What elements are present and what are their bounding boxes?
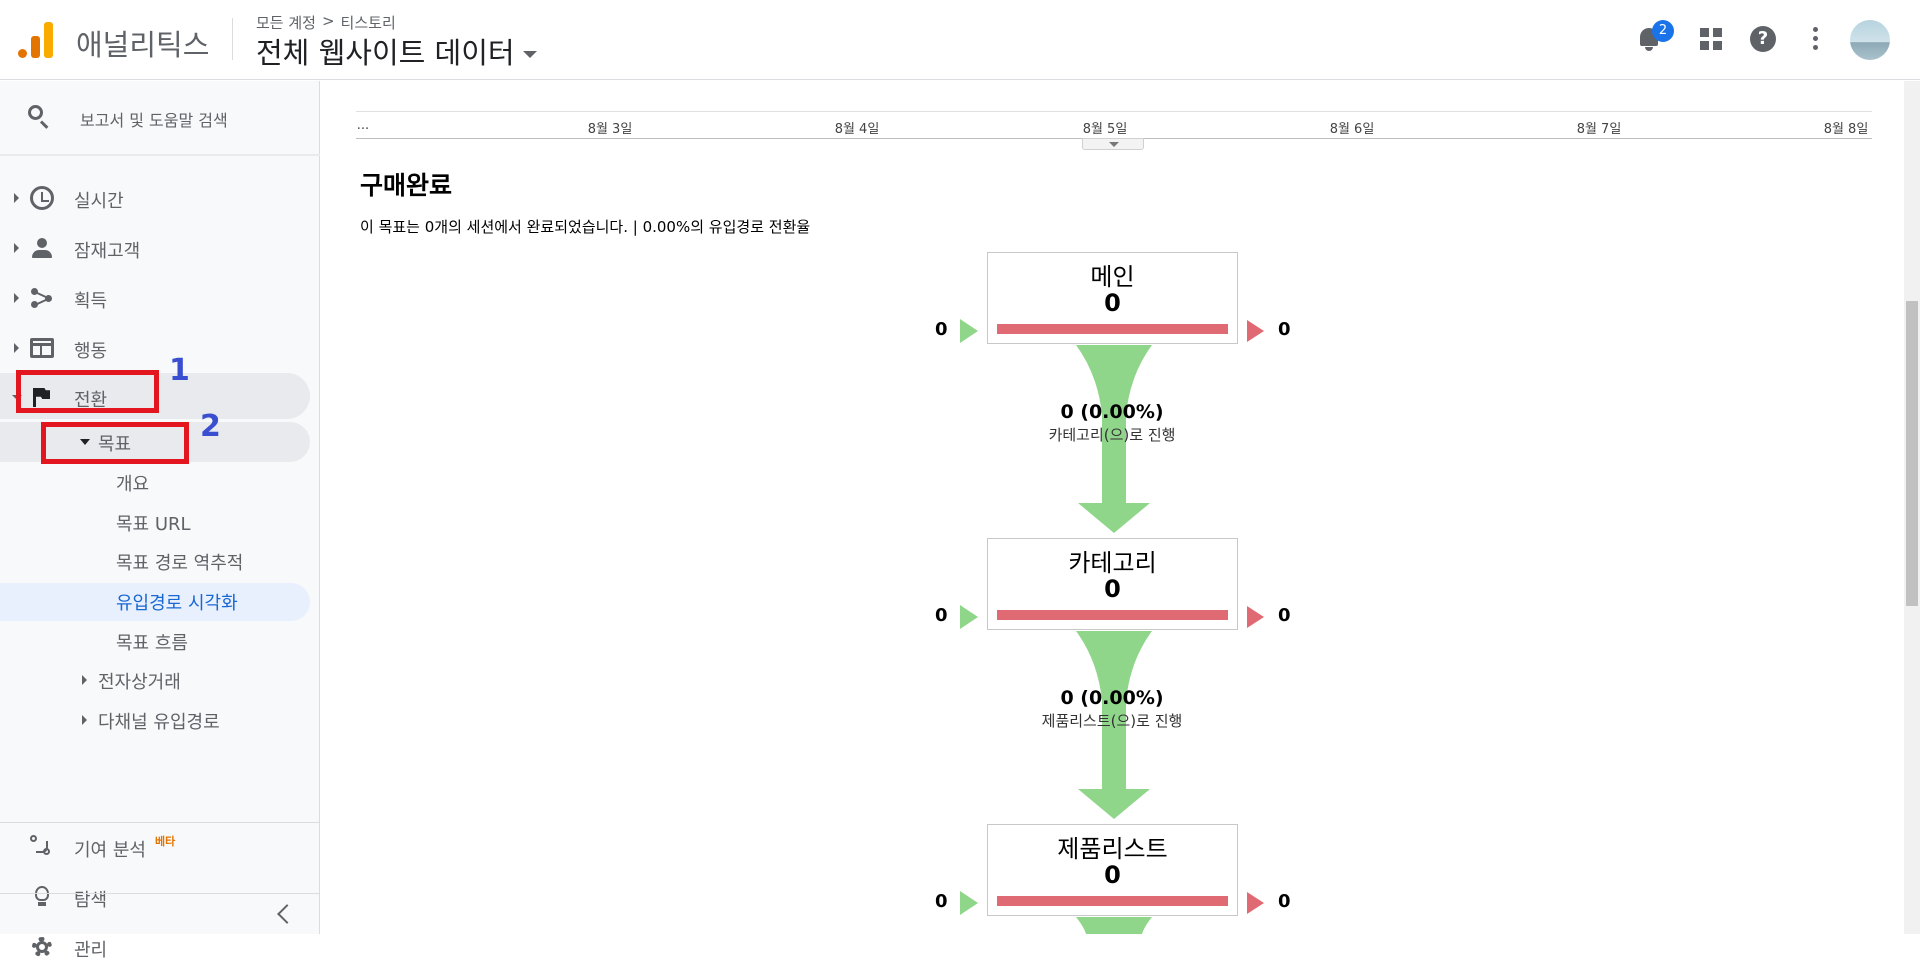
step-exits[interactable]: 0 <box>1278 605 1291 626</box>
header-divider <box>232 18 233 60</box>
expand-arrow-icon <box>14 343 19 353</box>
sidebar-item-label: 기여 분석 <box>74 840 146 861</box>
sidebar-item-label: 잠재고객 <box>74 241 141 262</box>
entrance-arrow-icon <box>960 605 978 629</box>
sidebar-item-goal-flow[interactable]: 목표 흐름 <box>116 629 188 655</box>
sidebar-item-discover[interactable]: 탐색 <box>0 875 310 919</box>
sidebar-item-multichannel[interactable]: 다채널 유입경로 <box>98 708 220 734</box>
timeline-tick: 8월 6일 <box>1329 122 1375 137</box>
exit-arrow-icon <box>1247 606 1264 628</box>
timeline-tick: ... <box>356 118 370 133</box>
step-entrances[interactable]: 0 <box>935 319 948 340</box>
acquisition-icon <box>30 286 54 310</box>
step-bar <box>997 324 1228 334</box>
divider <box>0 893 320 894</box>
beta-badge: 베타 <box>155 835 176 848</box>
step-value: 0 <box>1104 575 1121 603</box>
expand-arrow-icon <box>82 715 87 725</box>
report-search[interactable]: 보고서 및 도움말 검색 <box>0 81 320 153</box>
step-value: 0 <box>1104 289 1121 317</box>
sidebar-item-label: 획득 <box>74 291 108 312</box>
exit-arrow-icon <box>1247 892 1264 914</box>
sidebar-item-reverse-goal-path[interactable]: 목표 경로 역추적 <box>116 549 243 575</box>
flow-label: 카테고리(으)로 진행 <box>1048 426 1176 444</box>
sidebar-item-label: 탐색 <box>74 890 108 911</box>
sidebar-item-goals-overview[interactable]: 개요 <box>116 470 149 496</box>
sidebar-item-acquisition[interactable]: 획득 <box>0 276 310 320</box>
apps-grid-icon[interactable] <box>1694 22 1728 56</box>
sidebar-item-admin[interactable]: 관리 <box>0 925 310 969</box>
expand-arrow-icon <box>14 293 19 303</box>
step-name: 제품리스트 <box>1057 835 1168 863</box>
funnel-flow-connector <box>1076 917 1152 934</box>
goal-summary: 이 목표는 0개의 세션에서 완료되었습니다. | 0.00%의 유입경로 전환… <box>360 218 811 236</box>
annotation-number-2: 2 <box>200 409 221 444</box>
scrollbar-thumb[interactable] <box>1906 301 1918 606</box>
divider <box>0 154 320 156</box>
entrance-arrow-icon <box>960 319 978 343</box>
step-exits[interactable]: 0 <box>1278 891 1291 912</box>
step-name: 카테고리 <box>1068 549 1157 577</box>
timeline-tick: 8월 4일 <box>834 122 880 137</box>
step-value: 0 <box>1104 861 1121 889</box>
annotation-box-1 <box>16 370 159 413</box>
timeline-tick: 8월 7일 <box>1576 122 1622 137</box>
sidebar: 보고서 및 도움말 검색 실시간 잠재고객 획득 행동 전환 목표 개요 목표 … <box>0 81 320 961</box>
step-name: 메인 <box>1090 263 1135 291</box>
search-label: 보고서 및 도움말 검색 <box>80 111 228 130</box>
more-options-icon[interactable] <box>1798 22 1832 56</box>
expand-arrow-icon <box>82 675 87 685</box>
behavior-icon <box>30 338 54 358</box>
sidebar-item-funnel-visualization[interactable]: 유입경로 시각화 <box>116 589 238 615</box>
flow-label: 제품리스트(으)로 진행 <box>1041 712 1183 730</box>
timeline-tick: 8월 8일 <box>1823 122 1869 137</box>
timeline-axis: ... 8월 3일 8월 4일 8월 5일 8월 6일 8월 7일 8월 8일 <box>356 111 1872 139</box>
funnel-step[interactable]: 카테고리 0 <box>987 538 1238 630</box>
expand-arrow-icon <box>14 243 19 253</box>
step-entrances[interactable]: 0 <box>935 891 948 912</box>
search-icon <box>28 105 50 129</box>
step-exits[interactable]: 0 <box>1278 319 1291 340</box>
analytics-logo-icon[interactable] <box>18 20 54 58</box>
step-bar <box>997 610 1228 620</box>
person-icon <box>30 236 54 260</box>
divider <box>0 822 320 823</box>
goal-title: 구매완료 <box>360 171 453 200</box>
sidebar-item-realtime[interactable]: 실시간 <box>0 176 310 220</box>
top-header: 애널리틱스 모든 계정 > 티스토리 전체 웹사이트 데이터 2 ? <box>0 0 1920 80</box>
notification-badge: 2 <box>1652 20 1674 42</box>
funnel-step[interactable]: 제품리스트 0 <box>987 824 1238 916</box>
flow-value: 0 (0.00%) <box>1060 687 1164 709</box>
sidebar-item-goal-urls[interactable]: 목표 URL <box>116 510 191 536</box>
sidebar-item-ecommerce[interactable]: 전자상거래 <box>98 668 181 694</box>
gear-icon <box>30 935 54 959</box>
sidebar-item-audience[interactable]: 잠재고객 <box>0 226 310 270</box>
flow-value: 0 (0.00%) <box>1060 401 1164 423</box>
annotation-box-2 <box>41 422 189 464</box>
clock-icon <box>30 186 54 210</box>
chevron-down-icon <box>522 50 537 58</box>
view-title: 전체 웹사이트 데이터 <box>256 36 515 70</box>
sidebar-item-label: 실시간 <box>74 191 124 212</box>
expand-arrow-icon <box>14 193 19 203</box>
lightbulb-icon <box>30 885 54 909</box>
timeline-toggle-handle[interactable] <box>1082 138 1144 150</box>
timeline-tick: 8월 3일 <box>587 122 633 137</box>
sidebar-item-behavior[interactable]: 행동 <box>0 326 310 370</box>
vertical-scrollbar[interactable] <box>1904 81 1920 934</box>
app-title: 애널리틱스 <box>76 28 210 62</box>
annotation-number-1: 1 <box>169 353 190 388</box>
avatar[interactable] <box>1850 20 1890 60</box>
step-bar <box>997 896 1228 906</box>
timeline-tick: 8월 5일 <box>1082 122 1128 137</box>
exit-arrow-icon <box>1247 320 1264 342</box>
entrance-arrow-icon <box>960 891 978 915</box>
attribution-icon <box>30 835 54 859</box>
sidebar-item-label: 행동 <box>74 341 108 362</box>
step-entrances[interactable]: 0 <box>935 605 948 626</box>
help-icon[interactable]: ? <box>1746 22 1780 56</box>
funnel-step[interactable]: 메인 0 <box>987 252 1238 344</box>
view-selector[interactable]: 전체 웹사이트 데이터 <box>256 30 537 72</box>
sidebar-item-label: 관리 <box>74 940 108 961</box>
